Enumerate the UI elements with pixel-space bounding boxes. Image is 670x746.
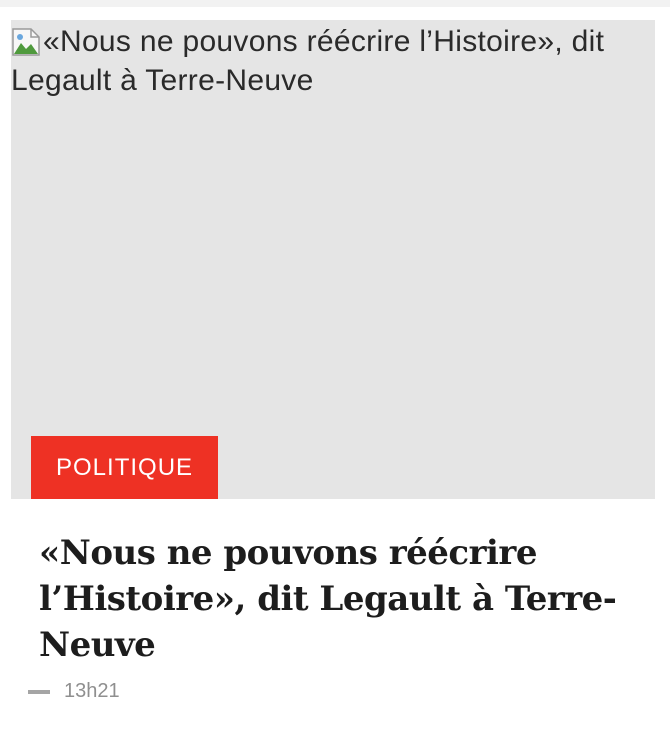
page: «Nous ne pouvons réécrire l’Histoire», d… (0, 0, 670, 746)
top-divider (0, 0, 670, 7)
category-badge[interactable]: POLITIQUE (31, 436, 219, 499)
category-label: POLITIQUE (56, 453, 194, 481)
article-image[interactable]: «Nous ne pouvons réécrire l’Histoire», d… (11, 20, 655, 499)
article-card[interactable]: «Nous ne pouvons réécrire l’Histoire», d… (11, 20, 655, 668)
broken-image-icon (12, 28, 40, 56)
image-alt-text: «Nous ne pouvons réécrire l’Histoire», d… (11, 25, 605, 97)
publish-time: 13h21 (64, 680, 120, 702)
article-meta: 13h21 (28, 680, 120, 703)
dash-icon (28, 689, 50, 694)
image-alt-text-container: «Nous ne pouvons réécrire l’Histoire», d… (11, 22, 651, 100)
article-headline[interactable]: «Nous ne pouvons réécrire l’Histoire», d… (39, 530, 639, 668)
